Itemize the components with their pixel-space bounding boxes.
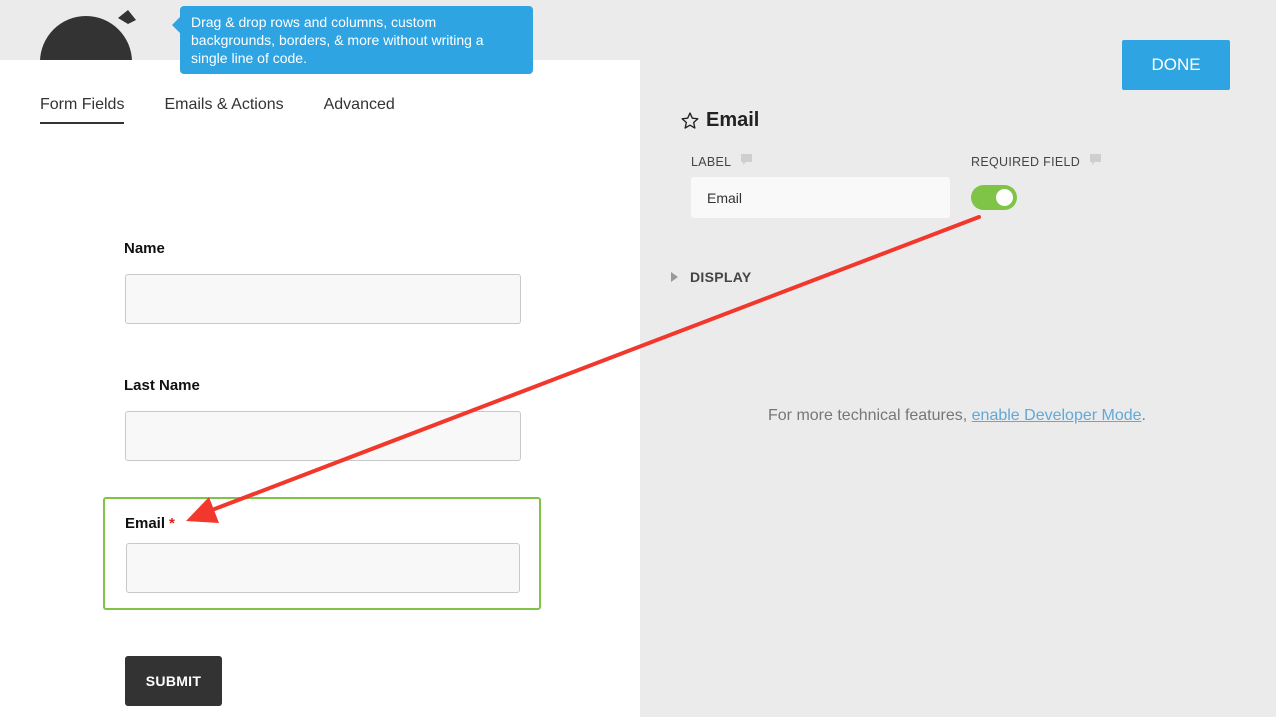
display-section-toggle[interactable]: DISPLAY bbox=[671, 269, 752, 285]
required-heading-text: REQUIRED FIELD bbox=[971, 154, 1081, 169]
expand-triangle-icon bbox=[671, 272, 678, 282]
tooltip-text: Drag & drop rows and columns, custom bac… bbox=[191, 14, 484, 66]
label-input[interactable] bbox=[691, 177, 950, 218]
toggle-knob bbox=[996, 189, 1013, 206]
ninja-logo-icon bbox=[20, 0, 160, 60]
label-setting-heading: LABEL bbox=[691, 154, 753, 169]
tab-form-fields[interactable]: Form Fields bbox=[40, 96, 125, 124]
required-setting-heading: REQUIRED FIELD bbox=[971, 154, 1102, 169]
comment-help-icon[interactable] bbox=[1090, 154, 1102, 169]
settings-title-text: Email bbox=[706, 109, 760, 131]
builder-tooltip: Drag & drop rows and columns, custom bac… bbox=[172, 6, 533, 74]
last-name-field-label: Last Name bbox=[124, 377, 200, 394]
form-builder-pane bbox=[0, 60, 640, 717]
dev-note-suffix: . bbox=[1141, 407, 1146, 424]
name-field-label: Name bbox=[124, 240, 165, 257]
settings-title: Email bbox=[680, 109, 759, 132]
developer-mode-note: For more technical features, enable Deve… bbox=[768, 407, 1146, 425]
star-outline-icon[interactable] bbox=[680, 111, 700, 131]
tab-advanced[interactable]: Advanced bbox=[324, 96, 395, 124]
last-name-field[interactable] bbox=[125, 411, 521, 461]
builder-tabs: Form Fields Emails & Actions Advanced bbox=[40, 96, 435, 124]
comment-help-icon[interactable] bbox=[741, 154, 753, 169]
tab-emails-actions[interactable]: Emails & Actions bbox=[164, 96, 283, 124]
label-heading-text: LABEL bbox=[691, 154, 732, 169]
required-field-toggle[interactable] bbox=[971, 185, 1017, 210]
name-field[interactable] bbox=[125, 274, 521, 324]
dev-note-prefix: For more technical features, bbox=[768, 407, 972, 424]
done-button[interactable]: DONE bbox=[1122, 40, 1230, 90]
email-field-label-text: Email bbox=[125, 515, 166, 532]
enable-developer-mode-link[interactable]: enable Developer Mode bbox=[972, 407, 1142, 424]
email-field-label: Email * bbox=[125, 515, 175, 532]
display-heading-text: DISPLAY bbox=[690, 269, 752, 285]
tooltip-arrow-icon bbox=[172, 17, 180, 33]
required-star: * bbox=[169, 515, 175, 532]
email-field[interactable] bbox=[126, 543, 520, 593]
submit-button[interactable]: SUBMIT bbox=[125, 656, 222, 706]
